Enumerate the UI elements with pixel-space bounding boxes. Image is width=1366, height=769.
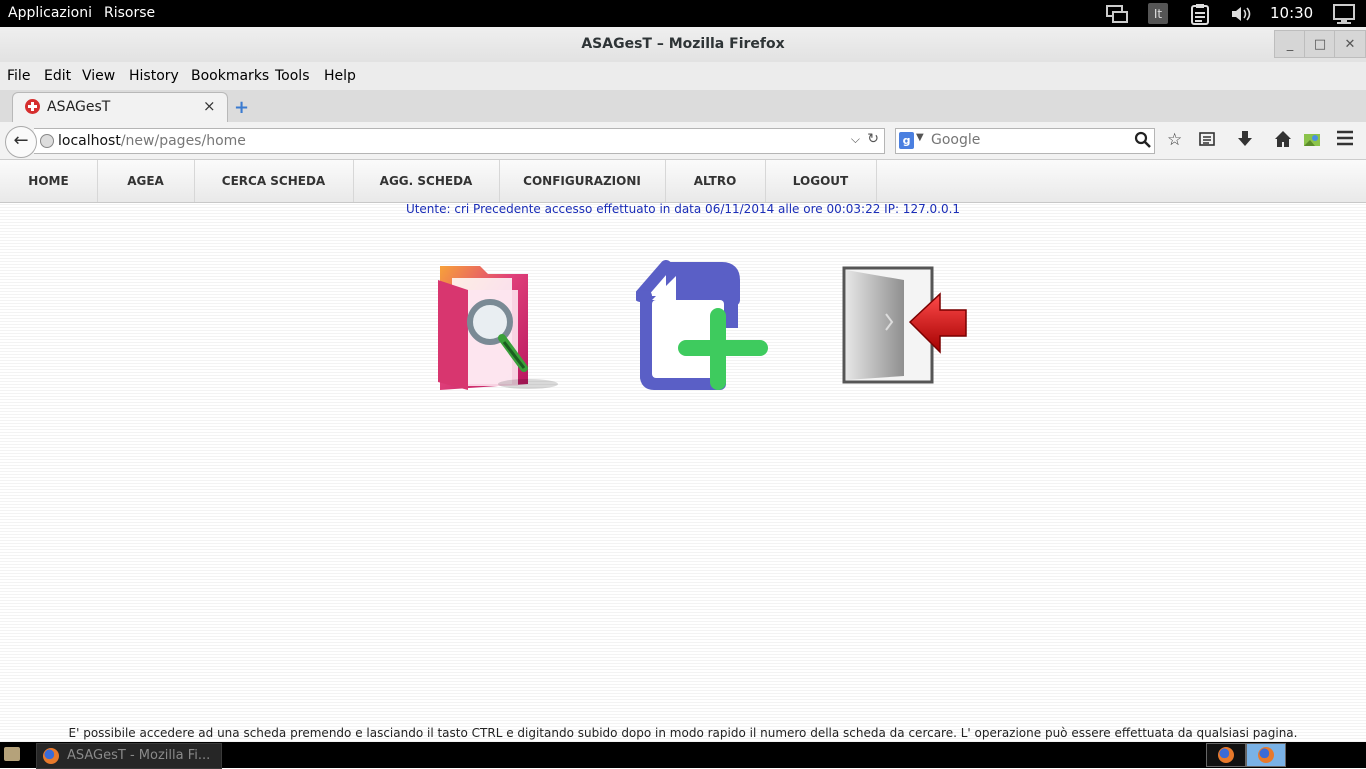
ctrl-shortcut-note: E' possibile accedere ad una scheda prem… [68, 726, 1298, 740]
url-history-dropdown-icon[interactable]: ⌵ [851, 132, 860, 147]
firefox-icon [43, 748, 59, 764]
sync-icon[interactable] [1303, 130, 1321, 153]
keyboard-layout-icon[interactable]: It [1148, 3, 1168, 24]
taskbar-window-button[interactable]: ASAGesT - Mozilla Fi... [36, 743, 222, 769]
search-input[interactable] [931, 132, 1121, 148]
menu-edit[interactable]: Edit [44, 68, 71, 84]
search-engine-dropdown-icon[interactable]: ▼ [916, 132, 924, 143]
reading-list-icon[interactable] [1199, 131, 1215, 152]
download-icon[interactable] [1237, 130, 1253, 153]
nav-logout[interactable]: LOGOUT [765, 160, 877, 202]
url-bar[interactable]: localhost/new/pages/home ⌵ ↻ [34, 128, 885, 154]
tab-close-icon[interactable]: × [203, 97, 216, 115]
new-tab-icon[interactable]: + [234, 97, 249, 118]
maximize-icon[interactable]: □ [1304, 30, 1336, 58]
nav-cerca-scheda[interactable]: CERCA SCHEDA [194, 160, 354, 202]
tab-label: ASAGesT [47, 99, 111, 115]
site-favicon-icon [25, 99, 40, 114]
home-icon[interactable] [1274, 130, 1292, 153]
menu-icon[interactable] [1336, 130, 1354, 151]
places-menu[interactable]: Risorse [104, 5, 155, 21]
nav-altro[interactable]: ALTRO [665, 160, 766, 202]
firefox-icon [1218, 747, 1234, 763]
menu-bookmarks[interactable]: Bookmarks [191, 68, 269, 84]
menu-file[interactable]: File [7, 68, 30, 84]
workspace-1[interactable] [1206, 743, 1246, 767]
search-engine-google-icon[interactable]: g [899, 132, 914, 149]
search-folder-icon[interactable] [432, 260, 562, 395]
minimize-icon[interactable]: _ [1274, 30, 1306, 58]
taskbar-window-label: ASAGesT - Mozilla Fi... [67, 748, 211, 763]
user-session-info: Utente: cri Precedente accesso effettuat… [405, 202, 961, 216]
menu-view[interactable]: View [82, 68, 115, 84]
logout-door-icon[interactable] [842, 266, 972, 386]
page-content: HOME AGEA CERCA SCHEDA AGG. SCHEDA CONFI… [0, 160, 1366, 742]
url-host: localhost [58, 133, 121, 149]
nav-home[interactable]: HOME [0, 160, 98, 202]
add-document-icon[interactable] [634, 260, 770, 394]
back-button[interactable]: ← [5, 126, 37, 158]
nav-agg-scheda[interactable]: AGG. SCHEDA [353, 160, 500, 202]
site-nav-bar: HOME AGEA CERCA SCHEDA AGG. SCHEDA CONFI… [0, 160, 1366, 203]
tab-asagest[interactable]: ASAGesT × [12, 92, 228, 123]
volume-icon[interactable] [1228, 3, 1254, 24]
network-icon[interactable] [1104, 3, 1130, 24]
menu-help[interactable]: Help [324, 68, 356, 84]
url-path: /new/pages/home [120, 133, 246, 149]
nav-configurazioni[interactable]: CONFIGURAZIONI [499, 160, 666, 202]
back-arrow-icon: ← [13, 130, 29, 151]
identity-globe-icon[interactable] [40, 134, 54, 148]
menu-bar: File Edit View History Bookmarks Tools H… [0, 62, 1366, 90]
reload-icon[interactable]: ↻ [867, 131, 879, 147]
bookmark-star-icon[interactable]: ☆ [1167, 130, 1182, 150]
top-panel: Applicazioni Risorse It 10:30 [0, 0, 1366, 27]
nav-agea[interactable]: AGEA [97, 160, 195, 202]
close-icon[interactable]: ✕ [1334, 30, 1366, 58]
clipboard-icon[interactable] [1188, 3, 1212, 25]
menu-history[interactable]: History [129, 68, 179, 84]
firefox-icon [1258, 747, 1274, 763]
bottom-taskbar: ASAGesT - Mozilla Fi... [0, 742, 1366, 769]
show-desktop-icon[interactable] [4, 747, 20, 761]
workspace-2[interactable] [1246, 743, 1286, 767]
window-titlebar[interactable]: ASAGesT – Mozilla Firefox [0, 27, 1366, 62]
window-title: ASAGesT – Mozilla Firefox [581, 36, 785, 52]
search-bar[interactable]: g ▼ [895, 128, 1155, 154]
search-magnifier-icon[interactable] [1134, 131, 1152, 153]
keyboard-layout-label: It [1153, 6, 1163, 21]
user-monitor-icon[interactable] [1330, 3, 1358, 24]
clock[interactable]: 10:30 [1270, 4, 1313, 22]
url-text[interactable]: localhost/new/pages/home [58, 133, 246, 149]
menu-tools[interactable]: Tools [275, 68, 310, 84]
applications-menu[interactable]: Applicazioni [8, 5, 92, 21]
